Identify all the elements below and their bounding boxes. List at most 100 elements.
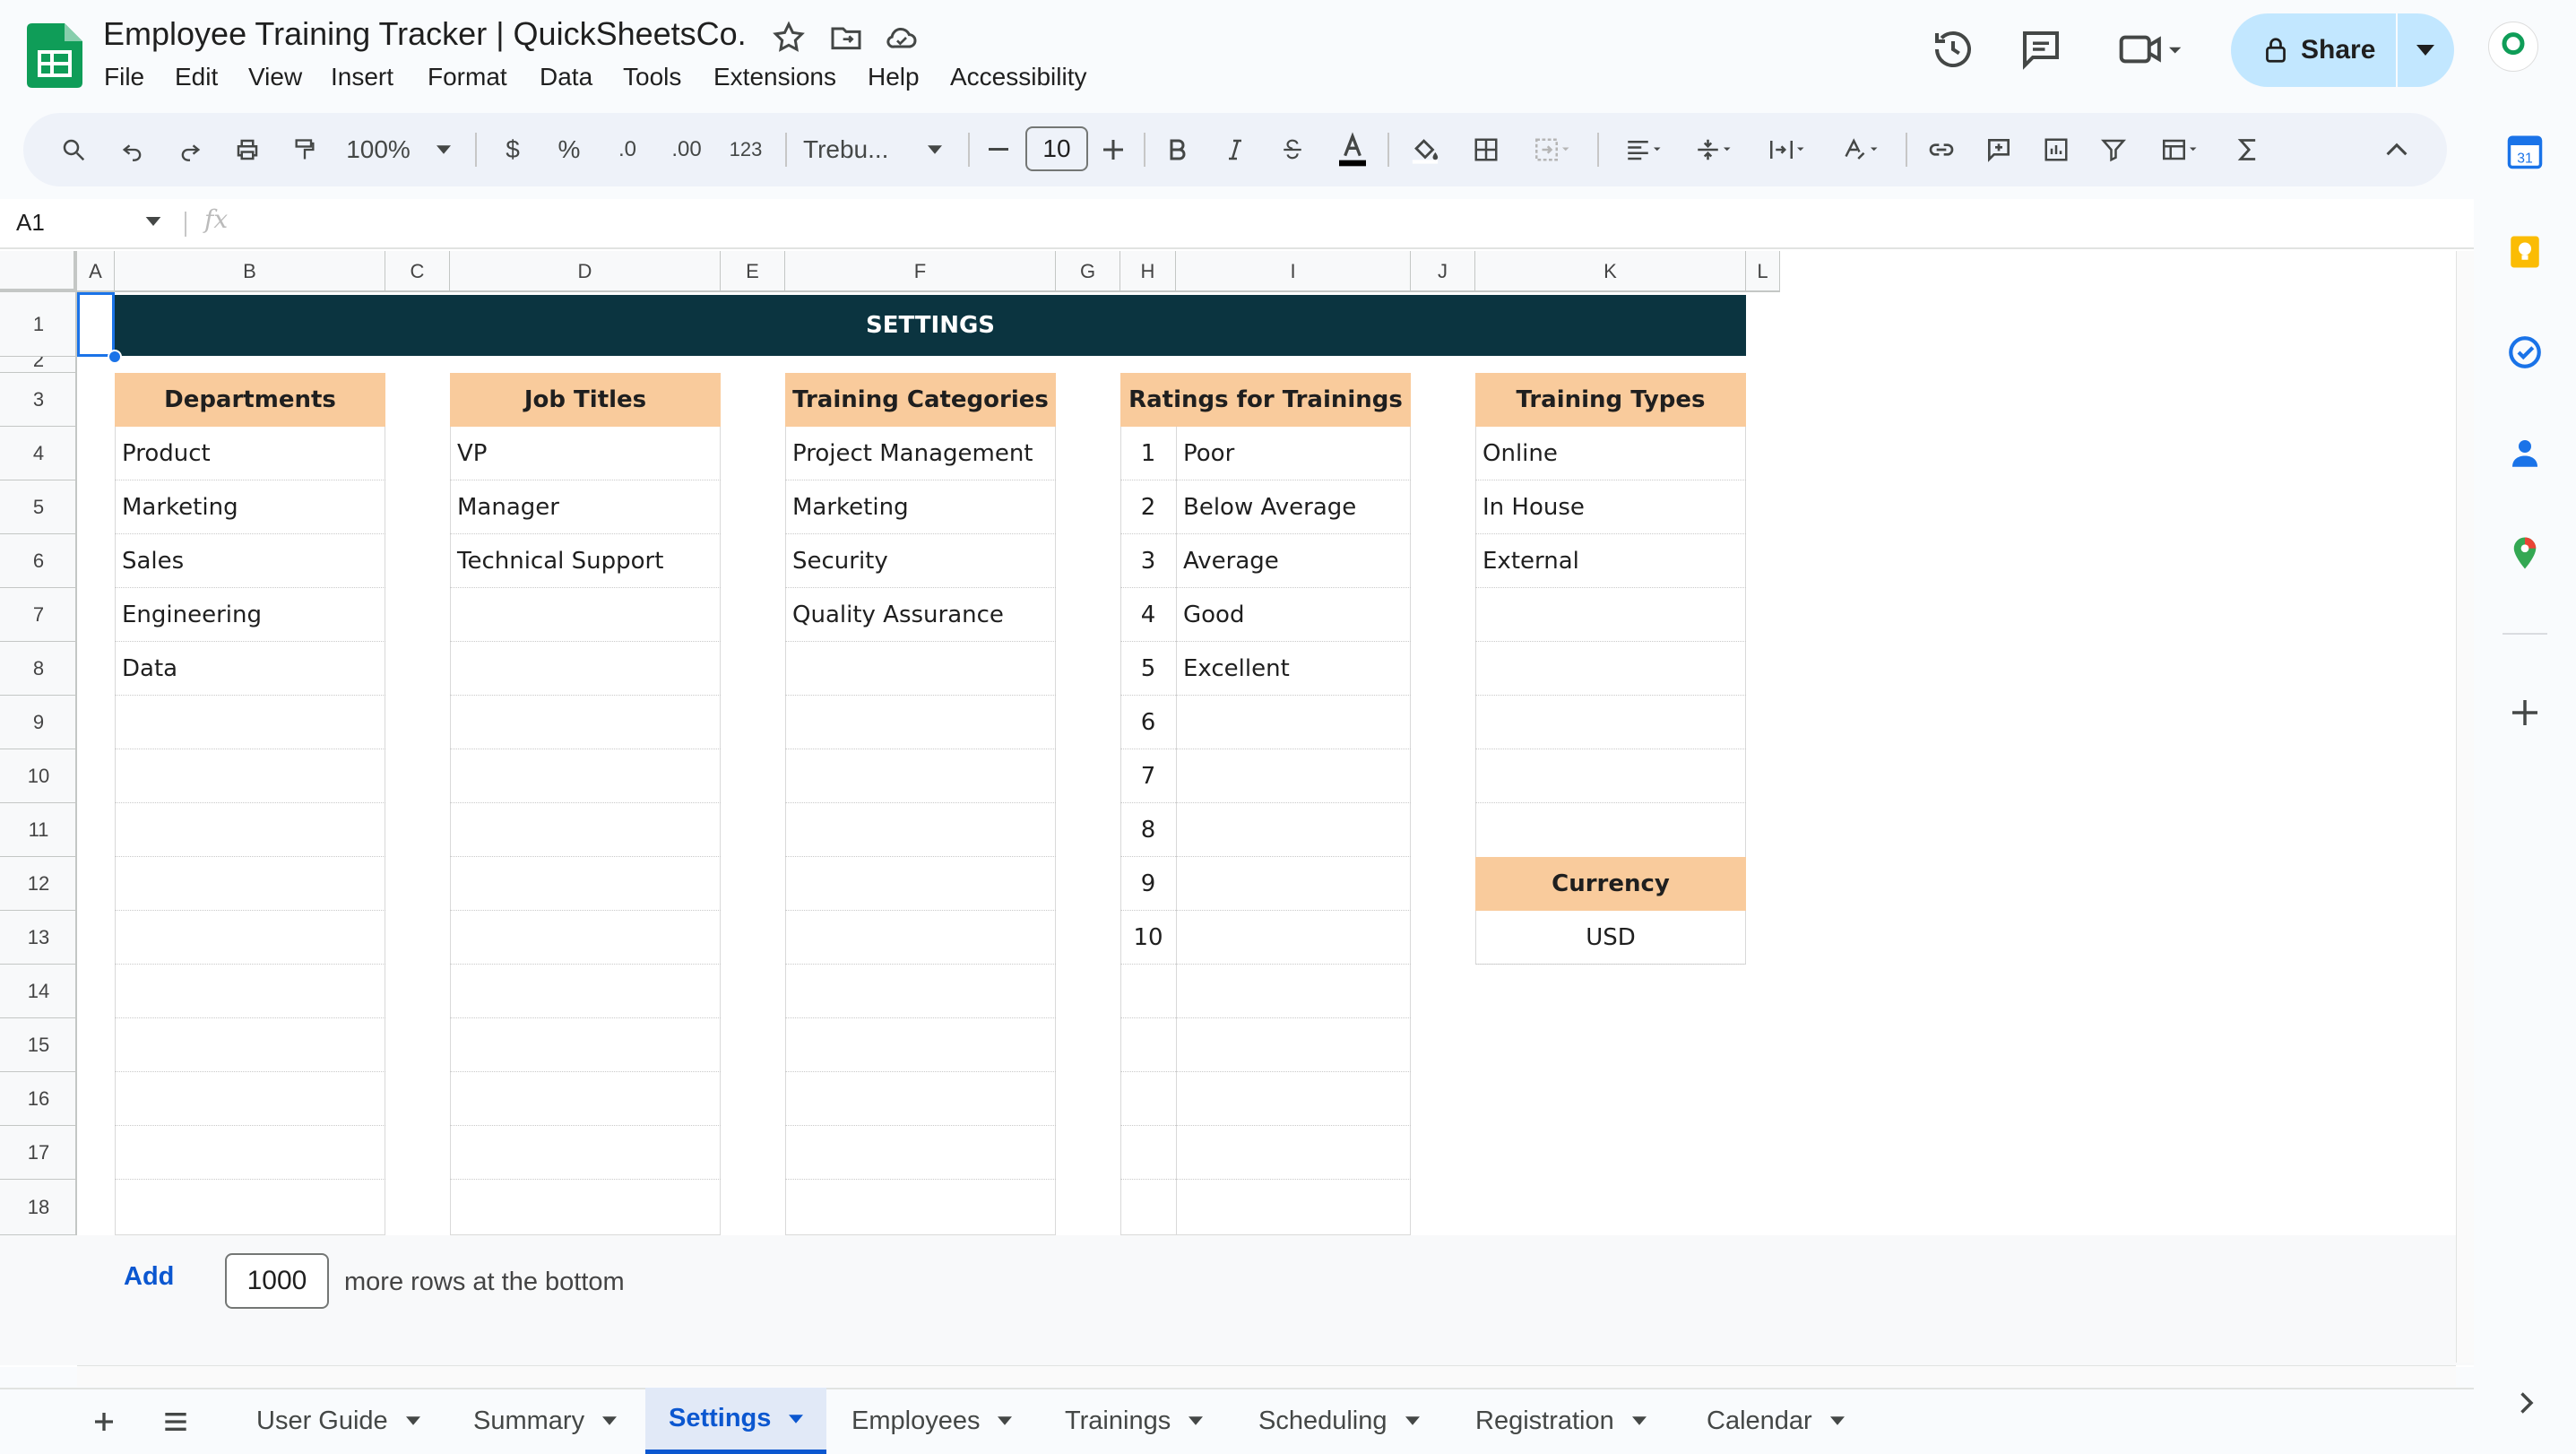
row-header-15[interactable]: 15 xyxy=(0,1018,77,1072)
add-rows-button[interactable]: Add xyxy=(124,1262,174,1292)
job-title-cell-empty[interactable] xyxy=(450,696,721,749)
department-cell-empty[interactable] xyxy=(115,1126,385,1180)
training-category-cell[interactable]: Marketing xyxy=(785,480,1056,534)
department-cell-empty[interactable] xyxy=(115,803,385,857)
text-rotation-icon[interactable] xyxy=(1832,127,1891,172)
tab-calendar[interactable]: Calendar xyxy=(1707,1388,1845,1454)
rating-number[interactable]: 1 xyxy=(1120,427,1176,480)
department-cell[interactable]: Sales xyxy=(115,534,385,588)
rating-number[interactable]: 10 xyxy=(1120,911,1176,965)
paint-format-icon[interactable] xyxy=(285,127,324,172)
font-dropdown-icon[interactable] xyxy=(923,127,947,172)
increase-decimal-button[interactable]: .00 xyxy=(665,127,708,172)
settings-banner[interactable]: SETTINGS xyxy=(115,295,1746,356)
column-header-c[interactable]: C xyxy=(385,251,450,292)
strikethrough-icon[interactable] xyxy=(1276,127,1309,172)
star-icon[interactable] xyxy=(771,20,807,56)
rating-label-empty[interactable] xyxy=(1176,1126,1411,1180)
training-type-cell-empty[interactable] xyxy=(1475,696,1746,749)
vertical-align-icon[interactable] xyxy=(1685,127,1744,172)
account-avatar[interactable] xyxy=(2488,22,2538,72)
rating-label[interactable]: Below Average xyxy=(1176,480,1411,534)
row-header-2[interactable]: 2 xyxy=(0,357,77,373)
rating-label[interactable]: Excellent xyxy=(1176,642,1411,696)
rating-label-empty[interactable] xyxy=(1176,911,1411,965)
training-type-cell[interactable]: In House xyxy=(1475,480,1746,534)
italic-icon[interactable] xyxy=(1219,127,1251,172)
increase-font-size-icon[interactable] xyxy=(1099,127,1128,172)
training-category-cell-empty[interactable] xyxy=(785,965,1056,1018)
training-category-cell[interactable]: Security xyxy=(785,534,1056,588)
menu-help[interactable]: Help xyxy=(868,59,920,95)
training-category-cell-empty[interactable] xyxy=(785,857,1056,911)
percent-format-button[interactable]: % xyxy=(554,127,584,172)
tab-dropdown-icon[interactable] xyxy=(789,1414,804,1424)
tab-trainings[interactable]: Trainings xyxy=(1065,1388,1204,1454)
insert-chart-icon[interactable] xyxy=(2036,127,2076,172)
select-all-corner[interactable] xyxy=(0,251,77,292)
cloud-status-icon[interactable] xyxy=(884,20,920,56)
rating-number-empty[interactable] xyxy=(1120,1018,1176,1072)
fill-handle[interactable] xyxy=(108,350,122,364)
menu-format[interactable]: Format xyxy=(428,59,507,95)
tab-dropdown-icon[interactable] xyxy=(1405,1416,1420,1425)
sheets-logo-icon[interactable] xyxy=(27,23,82,88)
filter-icon[interactable] xyxy=(2094,127,2133,172)
name-box[interactable]: A1 xyxy=(16,204,45,240)
column-header-i[interactable]: I xyxy=(1176,251,1411,292)
get-add-ons-icon[interactable] xyxy=(2506,694,2544,731)
zoom-select[interactable]: 100% xyxy=(342,127,414,172)
training-category-cell-empty[interactable] xyxy=(785,1126,1056,1180)
keep-icon[interactable] xyxy=(2506,233,2544,271)
column-header-j[interactable]: J xyxy=(1411,251,1475,292)
add-rows-count-input[interactable]: 1000 xyxy=(225,1253,329,1309)
department-cell[interactable]: Marketing xyxy=(115,480,385,534)
horizontal-align-icon[interactable] xyxy=(1615,127,1674,172)
horizontal-scrollbar[interactable] xyxy=(77,1365,2456,1387)
column-header-g[interactable]: G xyxy=(1056,251,1120,292)
tab-registration[interactable]: Registration xyxy=(1475,1388,1647,1454)
column-header-d[interactable]: D xyxy=(450,251,721,292)
contacts-icon[interactable] xyxy=(2506,434,2544,472)
meet-icon[interactable] xyxy=(2115,25,2187,74)
tab-settings[interactable]: Settings xyxy=(645,1388,827,1454)
job-title-cell-empty[interactable] xyxy=(450,1126,721,1180)
departments-header[interactable]: Departments xyxy=(115,373,385,427)
column-header-l[interactable]: L xyxy=(1746,251,1780,292)
rating-number[interactable]: 9 xyxy=(1120,857,1176,911)
rating-label-empty[interactable] xyxy=(1176,857,1411,911)
job-title-cell-empty[interactable] xyxy=(450,803,721,857)
tab-employees[interactable]: Employees xyxy=(851,1388,1013,1454)
column-header-f[interactable]: F xyxy=(785,251,1056,292)
rating-label-empty[interactable] xyxy=(1176,1018,1411,1072)
rating-number[interactable]: 8 xyxy=(1120,803,1176,857)
menu-edit[interactable]: Edit xyxy=(175,59,218,95)
tab-user-guide[interactable]: User Guide xyxy=(256,1388,420,1454)
rating-number[interactable]: 7 xyxy=(1120,749,1176,803)
department-cell[interactable]: Data xyxy=(115,642,385,696)
rating-number-empty[interactable] xyxy=(1120,1126,1176,1180)
redo-icon[interactable] xyxy=(170,127,210,172)
text-wrapping-icon[interactable] xyxy=(1759,127,1818,172)
training-category-cell-empty[interactable] xyxy=(785,1018,1056,1072)
undo-icon[interactable] xyxy=(113,127,152,172)
functions-icon[interactable] xyxy=(2228,127,2268,172)
rating-label[interactable]: Average xyxy=(1176,534,1411,588)
training-types-header[interactable]: Training Types xyxy=(1475,373,1746,427)
job-title-cell-empty[interactable] xyxy=(450,1018,721,1072)
fill-color-icon[interactable] xyxy=(1405,127,1445,172)
department-cell[interactable]: Engineering xyxy=(115,588,385,642)
tab-dropdown-icon[interactable] xyxy=(602,1416,618,1425)
department-cell-empty[interactable] xyxy=(115,857,385,911)
share-dropdown-icon[interactable] xyxy=(2398,13,2453,87)
collapse-menu-icon[interactable] xyxy=(2377,127,2416,172)
tab-dropdown-icon[interactable] xyxy=(1829,1416,1845,1425)
job-titles-header[interactable]: Job Titles xyxy=(450,373,721,427)
job-title-cell-empty[interactable] xyxy=(450,588,721,642)
merge-cells-icon[interactable] xyxy=(1524,127,1583,172)
rating-number[interactable]: 5 xyxy=(1120,642,1176,696)
currency-value[interactable]: USD xyxy=(1475,911,1746,965)
row-header-18[interactable]: 18 xyxy=(0,1180,77,1235)
move-folder-icon[interactable] xyxy=(828,20,864,56)
row-header-10[interactable]: 10 xyxy=(0,749,77,803)
